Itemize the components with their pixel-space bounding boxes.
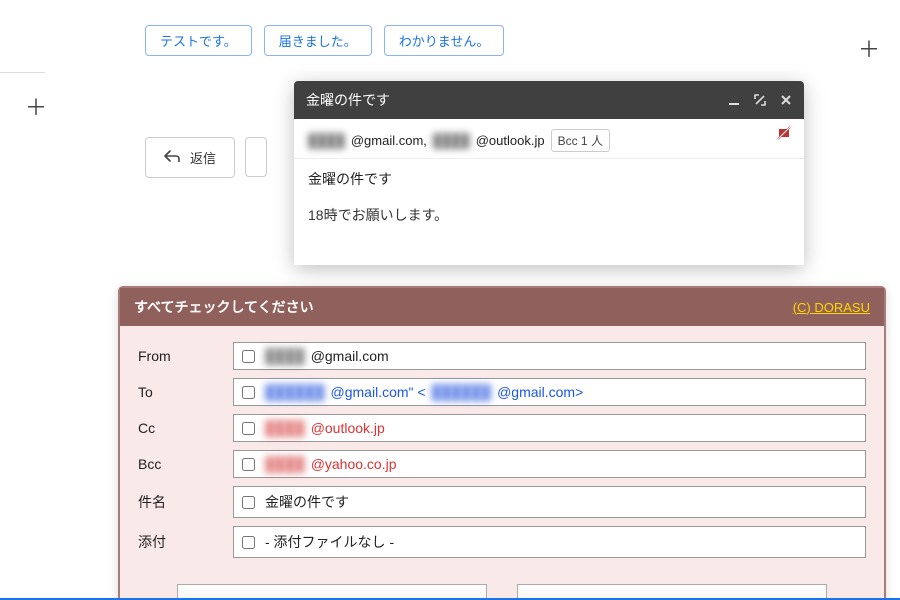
message-actions: 返信 (145, 137, 267, 178)
recipient-domain: @outlook.jp (476, 133, 545, 148)
compose-body[interactable]: 18時でお願いします。 (294, 199, 804, 265)
credit-link[interactable]: (C) DORASU (793, 300, 870, 315)
close-icon[interactable] (780, 94, 792, 106)
checkbox-bcc[interactable] (242, 458, 255, 471)
bcc-value: @yahoo.co.jp (311, 456, 397, 472)
divider (0, 72, 45, 73)
checkbox-from[interactable] (242, 350, 255, 363)
field-subject[interactable]: 金曜の件です (233, 486, 866, 518)
minimize-icon[interactable] (728, 94, 740, 106)
row-to: To ██████ @gmail.com" < ██████ @gmail.com> (138, 378, 866, 406)
reply-button-label: 返信 (190, 148, 216, 167)
to-masked: ██████ (432, 384, 492, 400)
bcc-count-chip[interactable]: Bcc 1 人 (551, 129, 610, 152)
dialog-buttons: Ｏ Ｋ ＣＡＮＣＥＬ (120, 574, 884, 600)
row-cc: Cc ████ @outlook.jp (138, 414, 866, 442)
field-attach[interactable]: - 添付ファイルなし - (233, 526, 866, 558)
to-value: @gmail.com" < (331, 384, 426, 400)
from-masked: ████ (265, 348, 305, 364)
compose-titlebar[interactable]: 金曜の件です (294, 81, 804, 119)
smart-reply-chip[interactable]: わかりません。 (384, 25, 505, 56)
checkbox-subject[interactable] (242, 496, 255, 509)
bcc-masked: ████ (265, 456, 305, 472)
dialog-body: From ████ @gmail.com To ██████ @gmail.com"… (120, 326, 884, 574)
to-masked: ██████ (265, 384, 325, 400)
label-subject: 件名 (138, 492, 233, 512)
checkbox-cc[interactable] (242, 422, 255, 435)
dialog-title: すべてチェックしてください (134, 297, 314, 317)
confidential-off-icon[interactable] (776, 125, 792, 141)
row-attach: 添付 - 添付ファイルなし - (138, 526, 866, 558)
field-to[interactable]: ██████ @gmail.com" < ██████ @gmail.com> (233, 378, 866, 406)
checkbox-to[interactable] (242, 386, 255, 399)
reply-arrow-icon (164, 149, 180, 166)
field-from[interactable]: ████ @gmail.com (233, 342, 866, 370)
label-attach: 添付 (138, 532, 233, 552)
label-to: To (138, 384, 233, 400)
row-from: From ████ @gmail.com (138, 342, 866, 370)
label-from: From (138, 348, 233, 364)
add-panel-icon[interactable]: ＋ (25, 90, 47, 122)
field-cc[interactable]: ████ @outlook.jp (233, 414, 866, 442)
compose-window: 金曜の件です ████ @gmail.com, ████ @outlook.jp… (294, 81, 804, 265)
cc-masked: ████ (265, 420, 305, 436)
recipient-masked: ████ (433, 133, 470, 148)
add-tab-icon[interactable]: ＋ (858, 32, 880, 64)
dialog-titlebar: すべてチェックしてください (C) DORASU (120, 288, 884, 326)
field-bcc[interactable]: ████ @yahoo.co.jp (233, 450, 866, 478)
compose-recipients[interactable]: ████ @gmail.com, ████ @outlook.jp Bcc 1 … (294, 119, 804, 159)
recipient-masked: ████ (308, 133, 345, 148)
checkbox-attach[interactable] (242, 536, 255, 549)
smart-reply-chip[interactable]: 届きました。 (264, 25, 372, 56)
row-bcc: Bcc ████ @yahoo.co.jp (138, 450, 866, 478)
smart-reply-chips: テストです。 届きました。 わかりません。 (145, 25, 504, 56)
to-value-tail: @gmail.com> (497, 384, 583, 400)
fullscreen-icon[interactable] (754, 94, 766, 106)
label-bcc: Bcc (138, 456, 233, 472)
attach-value: - 添付ファイルなし - (265, 532, 394, 552)
cc-value: @outlook.jp (311, 420, 385, 436)
reply-button[interactable]: 返信 (145, 137, 235, 178)
smart-reply-chip[interactable]: テストです。 (145, 25, 252, 56)
compose-subject[interactable]: 金曜の件です (294, 159, 804, 199)
compose-title: 金曜の件です (306, 90, 714, 110)
from-value: @gmail.com (311, 348, 389, 364)
check-dialog: すべてチェックしてください (C) DORASU From ████ @gmail… (118, 286, 886, 600)
subject-value: 金曜の件です (265, 492, 349, 512)
label-cc: Cc (138, 420, 233, 436)
row-subject: 件名 金曜の件です (138, 486, 866, 518)
button-fragment (245, 137, 267, 177)
recipient-domain: @gmail.com, (351, 133, 427, 148)
